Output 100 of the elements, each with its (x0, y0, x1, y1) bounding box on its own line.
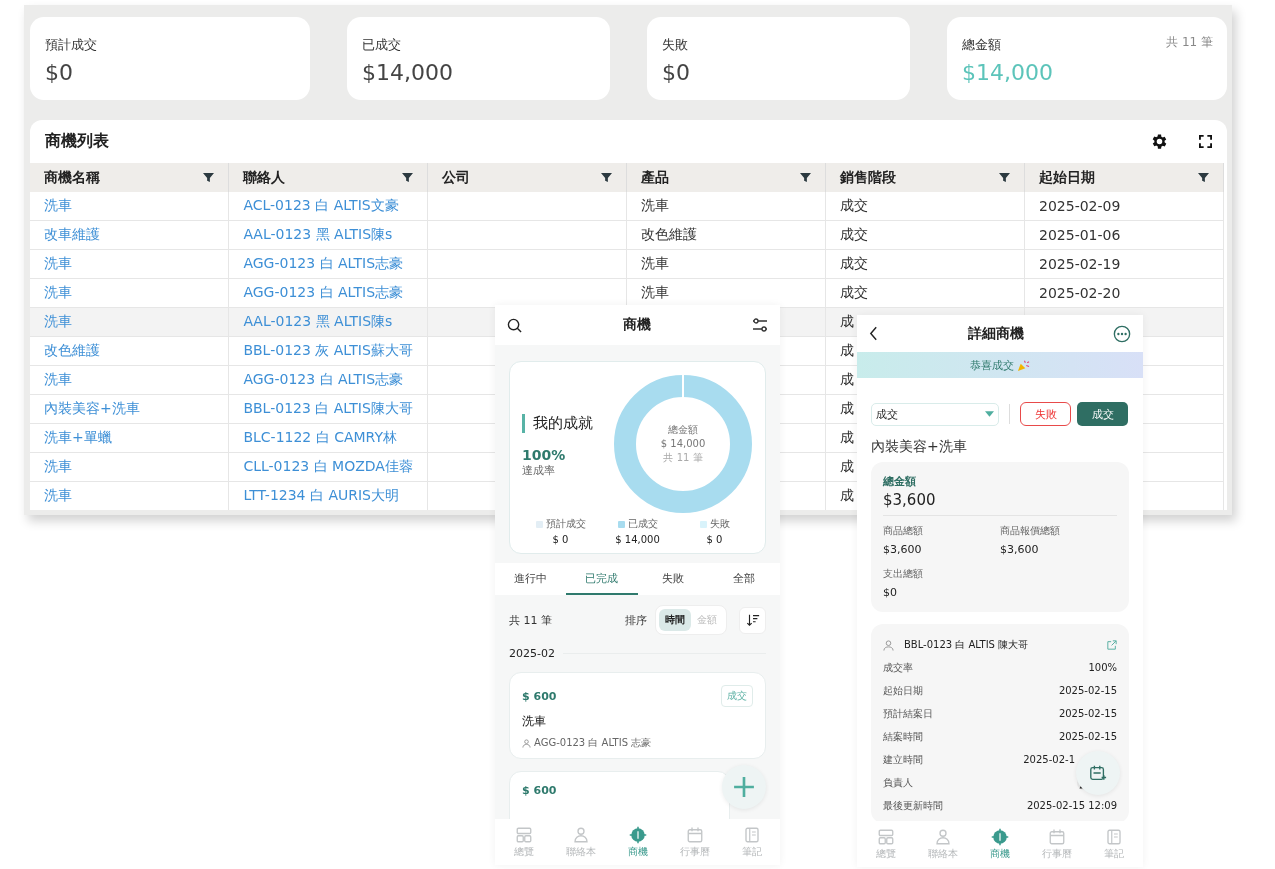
field-label: 建立時間 (883, 752, 923, 767)
deal-name-link[interactable]: 內裝美容+洗車 (30, 394, 229, 424)
contact-link[interactable]: ACL-0123 白 ALTIS文豪 (228, 192, 428, 221)
contact-link[interactable]: AAL-0123 黑 ALTIS陳s (228, 220, 428, 250)
field-value: 2025-02-1 (1023, 754, 1075, 765)
table-cell: 2025-02-20 (1024, 278, 1224, 308)
field-label: 成交率 (883, 660, 913, 675)
contact-link[interactable]: CLL-0123 白 MOZDA佳蓉 (228, 452, 428, 482)
field-label: 起始日期 (883, 683, 923, 698)
deal-name-link[interactable]: 洗車 (30, 278, 229, 308)
deal-name-link[interactable]: 改車維護 (30, 220, 229, 250)
column-header[interactable]: 起始日期 (1024, 163, 1224, 192)
contact-link[interactable]: BLC-1122 白 CAMRY林 (228, 423, 428, 453)
screen-title: 商機 (623, 316, 651, 334)
contact-link[interactable]: BBL-0123 白 ALTIS陳大哥 (228, 394, 428, 424)
legend-value: $ 14,000 (615, 534, 660, 545)
column-header[interactable]: 聯絡人 (228, 163, 428, 192)
contact-link[interactable]: BBL-0123 灰 ALTIS蘇大哥 (228, 336, 428, 366)
stage-tag: 成交 (721, 685, 753, 707)
contact-link[interactable]: AAL-0123 黑 ALTIS陳s (228, 307, 428, 337)
caret-icon (985, 411, 994, 417)
deal-name-link[interactable]: 洗車 (30, 481, 229, 510)
table-cell: 成交 (825, 278, 1025, 308)
fullscreen-icon[interactable] (1199, 135, 1212, 148)
contact-link[interactable]: AGG-0123 白 ALTIS志豪 (228, 278, 428, 308)
more-icon[interactable] (1113, 324, 1131, 343)
deal-name-link[interactable]: 洗車 (30, 192, 229, 221)
back-icon[interactable] (869, 326, 878, 341)
sort-option[interactable]: 金額 (691, 609, 723, 631)
legend-value: $ 0 (552, 534, 569, 545)
nav-tab[interactable]: 總覽 (495, 819, 552, 865)
card-label: 失敗 (662, 36, 688, 54)
add-button[interactable] (722, 765, 766, 809)
nav-tab[interactable]: 筆記 (1085, 821, 1143, 867)
sort-option[interactable]: 時間 (659, 609, 691, 631)
deal-name: 洗車 (522, 713, 546, 730)
deal-contact: AGG-0123 白 ALTIS 志豪 (534, 736, 652, 750)
search-icon[interactable] (507, 317, 522, 333)
filter-icon[interactable] (203, 172, 215, 183)
legend-label: 失敗 (709, 517, 730, 531)
deal-name-link[interactable]: 洗車 (30, 307, 229, 337)
lost-button[interactable]: 失敗 (1020, 402, 1071, 426)
nav-tab[interactable]: 聯絡本 (914, 821, 972, 867)
sort-direction-button[interactable] (739, 606, 766, 634)
contact-name: BBL-0123 白 ALTIS 陳大哥 (904, 638, 1029, 652)
plus-icon (733, 776, 755, 798)
field-label: 負責人 (883, 775, 913, 790)
sort-label: 排序 (625, 612, 647, 628)
donut-label: 總金額 (668, 423, 698, 437)
deal-amount: $ 600 (522, 689, 557, 703)
field-label: 結案時間 (883, 729, 923, 744)
filter-icon[interactable] (999, 172, 1011, 183)
status-tab[interactable]: 已完成 (566, 563, 638, 595)
column-header[interactable]: 產品 (626, 163, 826, 192)
nav-tab[interactable]: 總覽 (857, 821, 915, 867)
deal-name-link[interactable]: 洗車+單蠟 (30, 423, 229, 453)
amount-value: $0 (883, 586, 897, 599)
nav-tab[interactable]: 行事曆 (1028, 821, 1086, 867)
month-heading: 2025-02 (509, 647, 555, 660)
filter-sliders-icon[interactable] (752, 317, 768, 333)
deal-amount: $ 600 (522, 784, 557, 797)
deal-name-link[interactable]: 洗車 (30, 452, 229, 482)
deal-card[interactable]: $ 600 (509, 771, 730, 819)
contact-link[interactable]: AGG-0123 白 ALTIS志豪 (228, 365, 428, 395)
status-tab[interactable]: 失敗 (637, 563, 709, 595)
nav-tab[interactable]: 行事曆 (666, 819, 723, 865)
deal-name-link[interactable]: 洗車 (30, 249, 229, 279)
deal-name-link[interactable]: 洗車 (30, 365, 229, 395)
status-tab[interactable]: 進行中 (495, 563, 567, 595)
party-popper-icon (1017, 358, 1030, 372)
card-value: $14,000 (362, 60, 453, 85)
notebook-icon (1107, 829, 1122, 844)
table-cell: 2025-01-06 (1024, 220, 1224, 250)
nav-tab[interactable]: 商機 (609, 819, 666, 865)
column-header[interactable]: 銷售階段 (825, 163, 1025, 192)
nav-tab[interactable]: 商機 (971, 821, 1029, 867)
settings-icon[interactable] (1150, 132, 1169, 151)
nav-tab[interactable]: 聯絡本 (552, 819, 609, 865)
deal-name-link[interactable]: 改色維護 (30, 336, 229, 366)
contact-link[interactable]: AGG-0123 白 ALTIS志豪 (228, 249, 428, 279)
field-value: 2025-02-15 12:09 (1026, 800, 1117, 811)
contact-link[interactable]: LTT-1234 白 AURIS大明 (228, 481, 428, 510)
add-note-button[interactable] (1076, 751, 1120, 795)
nav-tab[interactable]: 筆記 (723, 819, 780, 865)
column-header[interactable]: 商機名稱 (30, 163, 229, 192)
deal-card[interactable]: $ 600 成交 洗車 AGG-0123 白 ALTIS 志豪 (509, 672, 766, 759)
table-cell: 成交 (825, 192, 1025, 221)
card-value: $0 (662, 60, 690, 85)
stage-dropdown[interactable]: 成交 (871, 402, 999, 426)
coin-icon (991, 827, 1009, 846)
won-button[interactable]: 成交 (1077, 402, 1128, 426)
filter-icon[interactable] (402, 172, 414, 183)
status-tab[interactable]: 全部 (708, 563, 780, 595)
dashboard-icon (516, 827, 531, 842)
column-header[interactable]: 公司 (427, 163, 627, 192)
calendar-plus-icon (1089, 764, 1107, 782)
filter-icon[interactable] (1198, 172, 1209, 183)
filter-icon[interactable] (800, 172, 812, 183)
filter-icon[interactable] (601, 172, 613, 183)
person-icon (522, 738, 531, 748)
